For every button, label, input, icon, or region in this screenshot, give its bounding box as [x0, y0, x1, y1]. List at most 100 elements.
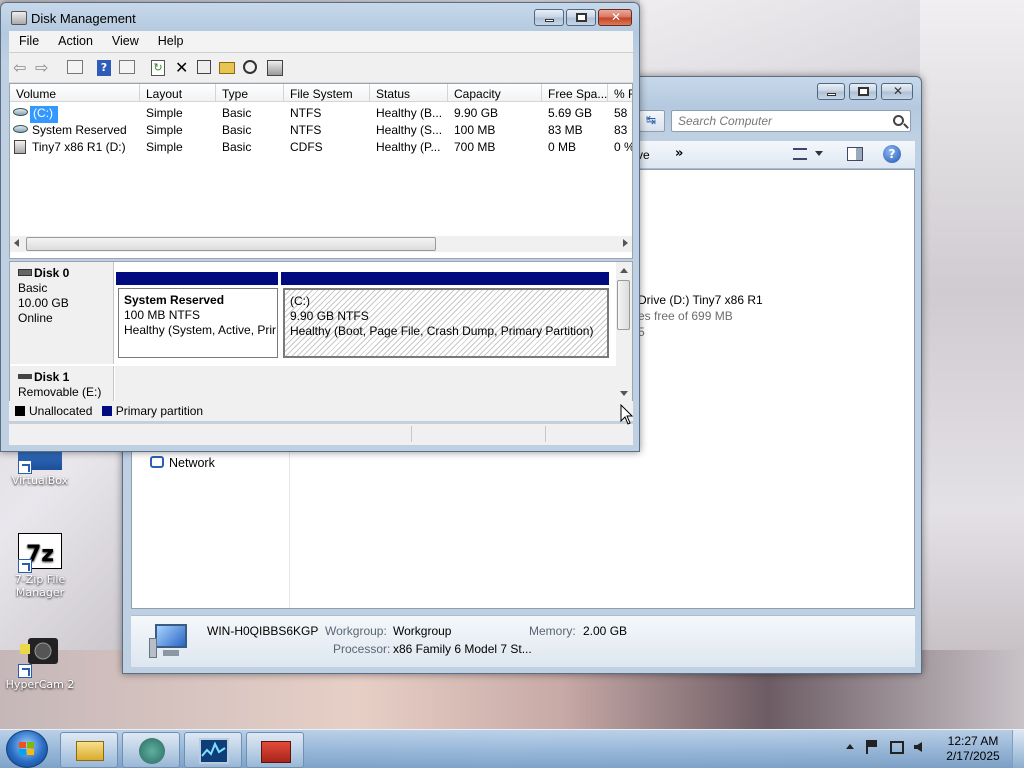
- table-cell: 58: [614, 106, 628, 120]
- delete-x-icon: ✕: [175, 58, 189, 77]
- legend-unallocated: Unallocated: [29, 404, 93, 418]
- restore-button[interactable]: [566, 9, 596, 26]
- wallpaper-panel: [920, 0, 1024, 730]
- menu-file[interactable]: File: [9, 31, 48, 48]
- refresh-button[interactable]: ↻: [151, 60, 167, 76]
- column-header-status[interactable]: Status: [370, 84, 448, 102]
- table-cell: System Reserved: [32, 123, 127, 137]
- minimize-button[interactable]: [534, 9, 564, 26]
- table-cell: Basic: [222, 123, 252, 137]
- table-cell: Simple: [146, 123, 183, 137]
- disk-type: Basic: [18, 281, 48, 295]
- minimize-button[interactable]: [817, 83, 845, 100]
- properties-pane-button[interactable]: [119, 60, 135, 76]
- 7zip-icon: 7z: [17, 532, 63, 573]
- show-desktop-button[interactable]: [1012, 730, 1024, 768]
- partition-bar: [116, 272, 278, 285]
- drive-d-item[interactable]: Drive (D:) Tiny7 x86 R1 es free of 699 M…: [638, 292, 763, 340]
- disk-management-window[interactable]: Disk Management ✕ File Action View Help ⇦ ⇨…: [0, 2, 640, 452]
- maximize-button[interactable]: [849, 83, 877, 100]
- processor-label: Processor:: [333, 642, 391, 656]
- column-header-volume[interactable]: Volume: [10, 84, 140, 102]
- table-cell: 5.69 GB: [548, 106, 593, 120]
- vertical-scrollbar[interactable]: [616, 262, 632, 402]
- menu-action[interactable]: Action: [48, 31, 102, 48]
- show-hidden-icons-button[interactable]: [846, 744, 854, 749]
- partition-system-reserved[interactable]: System Reserved 100 MB NTFS Healthy (Sys…: [118, 288, 278, 358]
- disk-properties-button[interactable]: [267, 60, 283, 76]
- explore-button[interactable]: [243, 60, 259, 76]
- table-cell: Healthy (P...: [376, 140, 441, 154]
- notification-area: [844, 740, 936, 760]
- taskbar-resource-monitor-button[interactable]: [184, 732, 242, 768]
- toolbar-more-button[interactable]: »: [675, 146, 683, 161]
- disk-size: 10.00 GB: [18, 296, 69, 310]
- system-clock[interactable]: 12:27 AM 2/17/2025: [940, 734, 1006, 764]
- taskbar-app-button[interactable]: [122, 732, 180, 768]
- column-header-file-system[interactable]: File System: [284, 84, 370, 102]
- desktop-icon-7zip[interactable]: 7z 7-Zip File Manager: [0, 532, 80, 599]
- horizontal-scrollbar[interactable]: [10, 236, 632, 252]
- restore-icon: [576, 13, 587, 22]
- view-options-icon: [793, 148, 807, 160]
- disk-icon: [267, 60, 283, 76]
- search-input[interactable]: Search Computer: [671, 110, 911, 132]
- menu-help[interactable]: Help: [148, 31, 193, 48]
- column-header-percent-free[interactable]: % F: [608, 84, 632, 102]
- table-cell: 9.90 GB: [454, 106, 499, 120]
- details-pane: WIN-H0QIBBS6KGP Workgroup: Workgroup Mem…: [131, 615, 915, 667]
- view-options-button[interactable]: [791, 146, 827, 164]
- clock-date: 2/17/2025: [946, 749, 1000, 763]
- show-hide-tree-button[interactable]: [67, 60, 83, 76]
- refresh-button[interactable]: ↹: [639, 110, 665, 132]
- nav-item-label: Network: [169, 456, 215, 470]
- memory-value: 2.00 GB: [583, 624, 628, 638]
- start-button[interactable]: [6, 730, 48, 768]
- volume-list[interactable]: Volume Layout Type File System Status Ca…: [9, 83, 633, 259]
- taskbar-explorer-button[interactable]: [60, 732, 118, 768]
- forward-button[interactable]: ⇨: [35, 60, 51, 76]
- desktop-icon-hypercam[interactable]: HyperCam 2: [0, 630, 80, 691]
- minimize-icon: [827, 93, 836, 96]
- status-bar: [9, 423, 633, 445]
- column-header-capacity[interactable]: Capacity: [448, 84, 542, 102]
- table-cell: Basic: [222, 140, 252, 154]
- column-header-free-space[interactable]: Free Spa...: [542, 84, 608, 102]
- partition-c-drive[interactable]: (C:) 9.90 GB NTFS Healthy (Boot, Page Fi…: [283, 288, 609, 358]
- hard-disk-icon: [18, 269, 32, 276]
- refresh-icon: ↻: [151, 60, 165, 76]
- nav-item-network[interactable]: Network: [150, 456, 215, 470]
- partition-size: 100 MB NTFS: [124, 308, 201, 322]
- disk-0-name-row: Disk 0: [18, 266, 105, 281]
- mouse-cursor: [620, 404, 634, 425]
- scroll-down-icon: [620, 391, 628, 396]
- delete-button[interactable]: ✕: [175, 60, 191, 76]
- legend: Unallocated Primary partition: [9, 401, 633, 421]
- scroll-left-icon: [14, 239, 19, 247]
- action-center-flag-icon[interactable]: [866, 740, 878, 754]
- help-button[interactable]: ?: [883, 145, 901, 163]
- scrollbar-thumb[interactable]: [617, 280, 630, 330]
- taskbar-computer-management-button[interactable]: [246, 732, 304, 768]
- network-status-icon[interactable]: [890, 741, 904, 754]
- properties-button[interactable]: [197, 60, 213, 76]
- disk-1-name-row: Disk 1: [18, 370, 105, 385]
- volume-icon[interactable]: [914, 742, 922, 752]
- partition-name: (C:): [290, 294, 310, 308]
- taskbar: 12:27 AM 2/17/2025: [0, 729, 1024, 768]
- back-button[interactable]: ⇦: [13, 60, 29, 76]
- column-header-type[interactable]: Type: [216, 84, 284, 102]
- close-button[interactable]: ✕: [598, 9, 632, 26]
- column-header-layout[interactable]: Layout: [140, 84, 216, 102]
- preview-pane-button[interactable]: [847, 147, 863, 161]
- close-button[interactable]: ✕: [881, 83, 913, 100]
- table-cell: Basic: [222, 106, 252, 120]
- help-button[interactable]: ?: [97, 60, 113, 76]
- magnifier-icon: [243, 60, 257, 74]
- open-button[interactable]: [219, 60, 235, 76]
- disk-0-label[interactable]: Disk 0 Basic 10.00 GB Online: [10, 262, 114, 364]
- menu-view[interactable]: View: [102, 31, 148, 48]
- scrollbar-thumb[interactable]: [26, 237, 436, 251]
- computer-name: WIN-H0QIBBS6KGP: [207, 624, 319, 638]
- search-placeholder: Search Computer: [678, 114, 773, 128]
